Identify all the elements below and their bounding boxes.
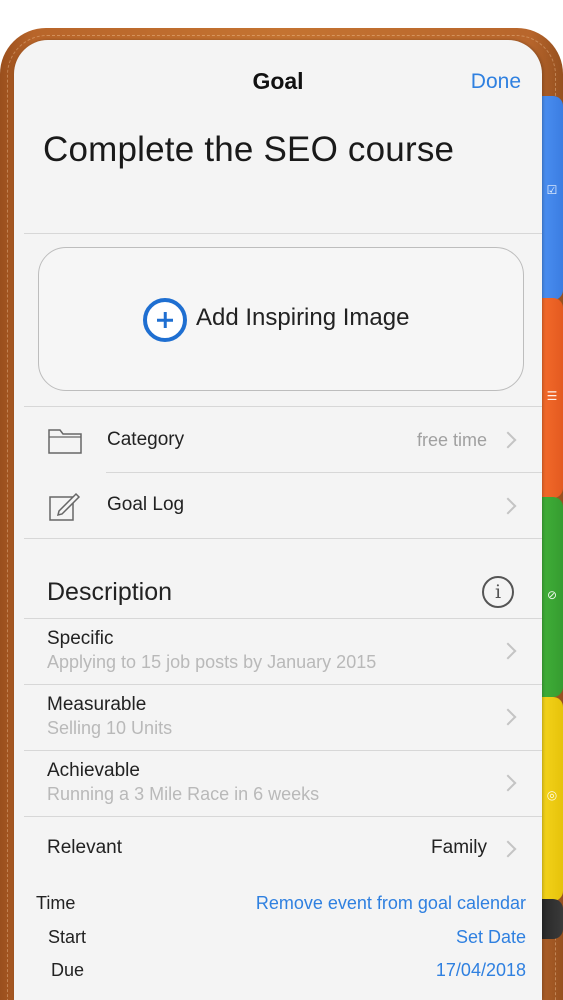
chevron-right-icon bbox=[499, 642, 517, 660]
remove-event-button[interactable]: Remove event from goal calendar bbox=[256, 893, 526, 914]
specific-row[interactable]: Specific Applying to 15 job posts by Jan… bbox=[14, 619, 542, 684]
chevron-right-icon bbox=[499, 708, 517, 726]
measurable-row[interactable]: Measurable Selling 10 Units bbox=[14, 685, 542, 750]
goal-log-label: Goal Log bbox=[107, 494, 185, 515]
chevron-right-icon bbox=[499, 431, 517, 449]
add-image-label: Add Inspiring Image bbox=[196, 304, 410, 331]
description-heading: Description bbox=[47, 578, 173, 606]
due-label: Due bbox=[51, 960, 85, 980]
add-image-button[interactable]: Add Inspiring Image bbox=[38, 247, 524, 391]
relevant-row[interactable]: Relevant Family bbox=[14, 817, 542, 882]
goal-page: Goal Done Complete the SEO course Add In… bbox=[14, 40, 542, 1000]
achievable-row[interactable]: Achievable Running a 3 Mile Race in 6 we… bbox=[14, 751, 542, 816]
specific-placeholder: Applying to 15 job posts by January 2015 bbox=[47, 652, 377, 672]
checkbox-icon: ☑ bbox=[546, 183, 558, 197]
time-label: Time bbox=[36, 893, 76, 913]
achievable-placeholder: Running a 3 Mile Race in 6 weeks bbox=[47, 784, 320, 804]
category-label: Category bbox=[107, 429, 185, 450]
goal-log-row[interactable]: Goal Log bbox=[14, 473, 542, 538]
goal-title-field[interactable]: Complete the SEO course bbox=[43, 130, 454, 170]
target-icon: ◎ bbox=[546, 788, 558, 802]
category-value: free time bbox=[416, 430, 487, 450]
compass-icon: ⊘ bbox=[546, 588, 558, 602]
relevant-label: Relevant bbox=[47, 837, 122, 858]
list-icon: ☰ bbox=[546, 389, 558, 403]
divider bbox=[24, 233, 542, 234]
folder-icon bbox=[48, 429, 82, 454]
chevron-right-icon bbox=[499, 774, 517, 792]
nav-title: Goal bbox=[252, 68, 304, 94]
edit-icon bbox=[49, 492, 81, 521]
info-icon[interactable]: i bbox=[482, 576, 514, 608]
divider bbox=[24, 538, 542, 539]
chevron-right-icon bbox=[499, 840, 517, 858]
achievable-label: Achievable bbox=[47, 760, 140, 781]
due-date-button[interactable]: 17/04/2018 bbox=[436, 960, 526, 981]
measurable-placeholder: Selling 10 Units bbox=[47, 718, 173, 738]
relevant-value: Family bbox=[431, 837, 487, 858]
specific-label: Specific bbox=[47, 628, 114, 649]
start-label: Start bbox=[48, 927, 87, 947]
chevron-right-icon bbox=[499, 497, 517, 515]
plus-circle-icon bbox=[143, 298, 187, 342]
measurable-label: Measurable bbox=[47, 694, 147, 715]
done-button[interactable]: Done bbox=[471, 70, 521, 94]
category-row[interactable]: Category free time bbox=[14, 407, 542, 472]
start-date-button[interactable]: Set Date bbox=[456, 927, 526, 948]
